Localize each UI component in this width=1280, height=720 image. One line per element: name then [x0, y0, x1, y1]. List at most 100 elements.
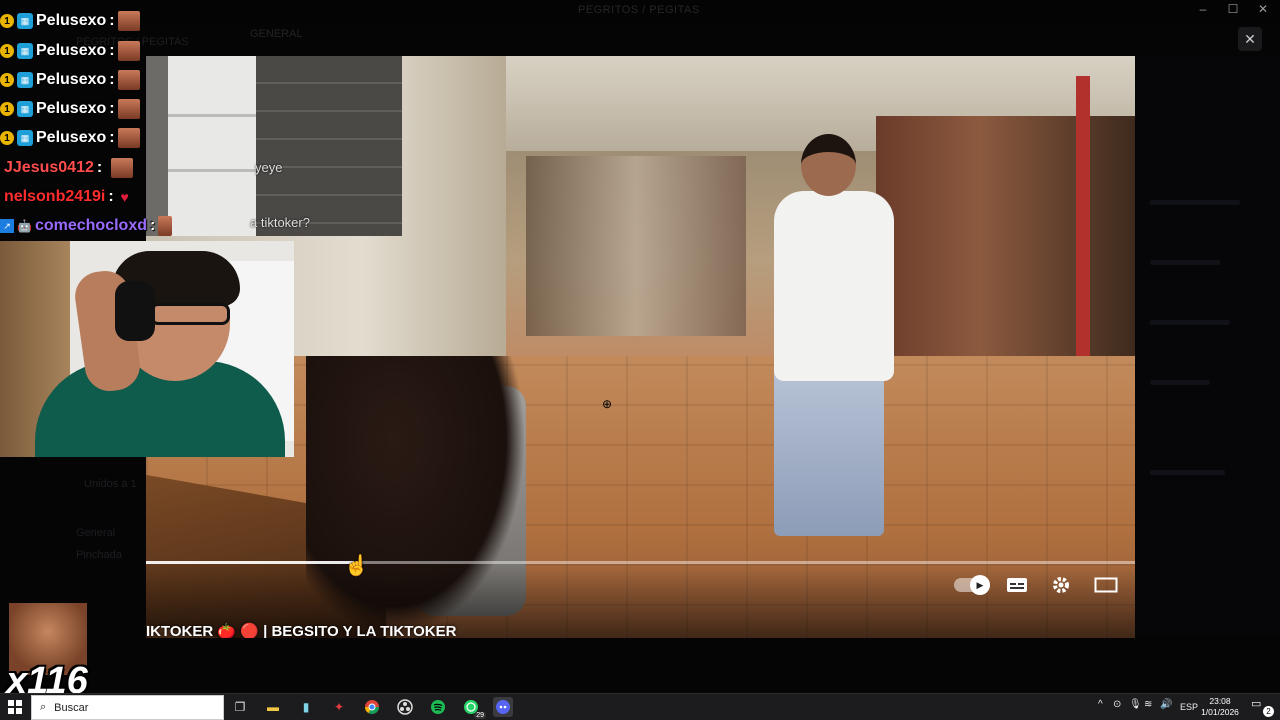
facecam-glasses: [150, 303, 230, 325]
language-indicator[interactable]: ESP: [1180, 702, 1198, 712]
taskbar-search-input[interactable]: ⌕ Buscar: [31, 695, 224, 720]
streamer-facecam: [0, 241, 294, 457]
close-icon[interactable]: ✕: [1238, 27, 1262, 51]
member-list-entry: [1150, 380, 1210, 385]
wifi-icon[interactable]: ≋: [1144, 699, 1152, 710]
notification-count-badge: 2: [1263, 706, 1274, 717]
maximize-button[interactable]: ☐: [1226, 2, 1240, 16]
minimize-button[interactable]: –: [1196, 2, 1210, 16]
face-emote-icon: [117, 128, 140, 148]
face-emote-icon: [158, 216, 173, 236]
overlay-camera: [146, 56, 402, 236]
gift-badge-icon: ▦: [17, 43, 33, 59]
headset-icon: [115, 281, 155, 341]
spotify-icon[interactable]: [428, 697, 448, 717]
autoplay-toggle[interactable]: ▶: [954, 575, 990, 595]
notepad-icon[interactable]: ▮: [296, 697, 316, 717]
video-progress-bar[interactable]: [146, 561, 1135, 564]
chat-separator: :: [96, 159, 103, 176]
overlay-chat-line: a tiktoker?: [250, 215, 310, 230]
taskbar-clock[interactable]: 23:08 1/01/2026: [1200, 696, 1240, 718]
close-window-button[interactable]: ✕: [1256, 2, 1270, 16]
chat-username: comechocloxd: [34, 217, 147, 234]
chat-message: nelsonb2419i : ♥: [4, 185, 133, 209]
gear-icon[interactable]: [1048, 574, 1074, 596]
chat-username: Pelusexo: [36, 42, 107, 59]
member-list-entry: [1150, 320, 1230, 325]
whatsapp-badge: 29: [474, 712, 486, 719]
overlay-chat-bars: [256, 56, 402, 236]
gift-badge-icon: ▦: [17, 130, 33, 146]
sidebar-item-channel[interactable]: Unidos a 1: [84, 478, 137, 490]
show-hidden-icons-icon[interactable]: ^: [1098, 699, 1103, 710]
subscriber-badge-icon: 1: [0, 14, 14, 28]
windows-start-icon[interactable]: [8, 700, 22, 714]
window-title: PEGRITOS / PEGITAS: [578, 4, 700, 16]
heart-emote-icon: ♥: [120, 189, 129, 205]
video-frame-storefront: [526, 156, 746, 336]
subscriber-badge-icon: 1: [0, 102, 14, 116]
chat-separator: :: [109, 71, 115, 88]
prime-badge-icon: ↗: [0, 219, 14, 233]
network-app-icon[interactable]: ⊙: [1113, 699, 1121, 710]
chat-message: 1 ▦ Pelusexo :: [0, 126, 140, 150]
volume-icon[interactable]: 🔊: [1160, 699, 1172, 710]
clock-date: 1/01/2026: [1201, 707, 1239, 717]
face-emote-icon: [117, 41, 140, 61]
play-icon: ▶: [970, 575, 990, 595]
chat-message: 1 ▦ Pelusexo :: [0, 39, 140, 63]
chat-message: ↗ 🤖 comechocloxd :: [0, 214, 173, 238]
file-explorer-icon[interactable]: ▬: [263, 697, 283, 717]
gift-badge-icon: ▦: [17, 101, 33, 117]
chrome-icon[interactable]: [362, 697, 382, 717]
subscriber-badge-icon: 1: [0, 44, 14, 58]
chat-message: 1 ▦ Pelusexo :: [0, 68, 140, 92]
chat-separator: :: [108, 188, 114, 205]
chat-message: JJesus0412 :: [4, 156, 134, 180]
chat-separator: :: [149, 217, 156, 234]
chat-username: Pelusexo: [36, 12, 107, 29]
overlay-shelf: [168, 56, 258, 236]
video-progress-fill: [146, 561, 354, 564]
search-icon: ⌕: [40, 701, 47, 713]
member-list-entry: [1150, 260, 1220, 265]
chat-separator: :: [109, 12, 115, 29]
obs-icon[interactable]: [395, 697, 415, 717]
search-placeholder: Buscar: [54, 701, 89, 714]
video-person: [774, 366, 884, 536]
chat-separator: :: [109, 42, 115, 59]
theater-mode-icon[interactable]: [1093, 574, 1119, 596]
video-caption: IKTOKER 🍅 🔴 | BEGSITO Y LA TIKTOKER: [146, 623, 457, 638]
sidebar-item-channel[interactable]: General: [76, 527, 115, 539]
window-titlebar: PEGRITOS / PEGITAS – ☐ ✕: [0, 0, 1280, 22]
video-person: [801, 134, 856, 196]
member-list-panel: [1136, 56, 1280, 636]
face-emote-icon: [117, 99, 140, 119]
whatsapp-icon[interactable]: 29: [461, 697, 486, 719]
member-list-entry: [1150, 470, 1225, 475]
red-app-icon[interactable]: ✦: [329, 697, 349, 717]
chat-message: 1 ▦ Pelusexo :: [0, 9, 140, 33]
chat-username: nelsonb2419i: [4, 188, 106, 205]
chat-username: Pelusexo: [36, 100, 107, 117]
chat-message: 1 ▦ Pelusexo :: [0, 97, 140, 121]
face-emote-icon: [111, 158, 134, 178]
chat-separator: :: [109, 100, 115, 117]
chat-username: JJesus0412: [4, 159, 94, 176]
discord-icon[interactable]: [493, 697, 513, 717]
chat-username: Pelusexo: [36, 71, 107, 88]
clock-time: 23:08: [1209, 696, 1231, 706]
overlay-chat-line: yeye: [255, 160, 283, 175]
microphone-icon[interactable]: 🎙: [1129, 699, 1142, 710]
gift-badge-icon: ▦: [17, 72, 33, 88]
taskbar: ⌕ Buscar ❐ ▬ ▮ ✦ 29 ^ ⊙ 🎙 ≋ 🔊 ESP 23:08 …: [0, 693, 1280, 720]
channel-header: GENERAL: [250, 28, 303, 40]
subscriber-badge-icon: 1: [0, 73, 14, 87]
bot-badge-icon: 🤖: [17, 219, 32, 233]
face-emote-icon: [117, 11, 140, 31]
member-list-entry: [1150, 200, 1240, 205]
sidebar-item-channel[interactable]: Pinchada: [76, 549, 122, 561]
subtitles-icon[interactable]: [1004, 574, 1030, 596]
task-view-icon[interactable]: ❐: [230, 697, 250, 717]
zoom-cursor-icon: ⊕: [602, 397, 613, 411]
